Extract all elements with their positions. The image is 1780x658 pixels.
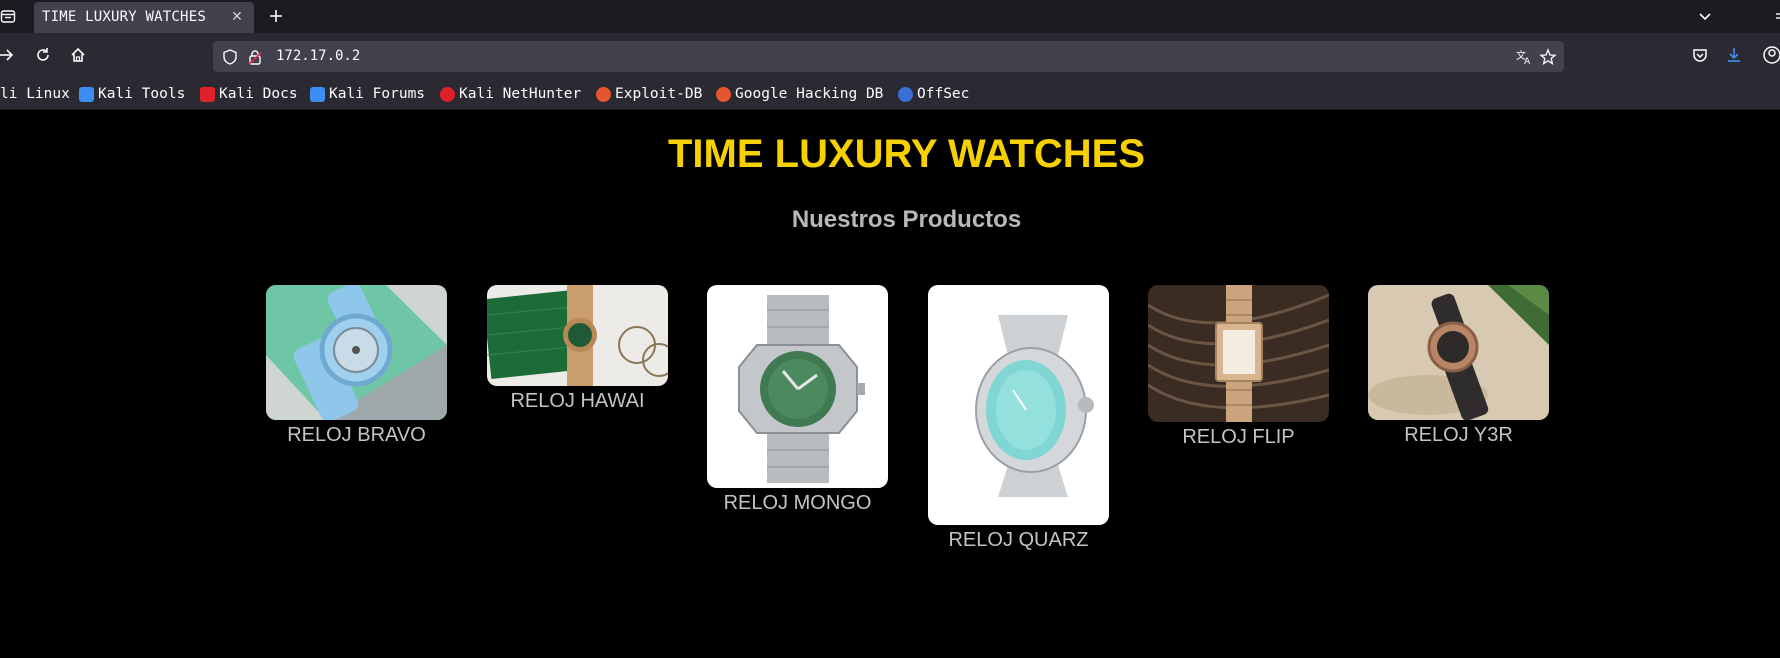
bookmark-label: Kali Forums (329, 86, 426, 102)
product-image[interactable] (1368, 285, 1549, 420)
product-image[interactable] (487, 285, 668, 386)
bookmark-label: Kali Tools (98, 86, 186, 102)
home-icon[interactable] (68, 45, 88, 65)
bookmark-kali-forums[interactable]: Kali Forums (310, 84, 425, 104)
chevron-down-icon[interactable] (1696, 7, 1714, 25)
product-name[interactable]: RELOJ MONGO (707, 492, 888, 515)
product-card[interactable]: RELOJ BRAVO (266, 285, 447, 447)
overflow-icon[interactable] (1768, 6, 1780, 24)
site-title: TIME LUXURY WATCHES (667, 132, 1146, 176)
shield-icon[interactable] (221, 48, 239, 66)
close-icon[interactable]: ✕ (228, 8, 246, 26)
bookmarks-toolbar: li Linux Kali Tools Kali Docs Kali Forum… (0, 77, 1780, 110)
product-image[interactable] (707, 285, 888, 488)
product-card[interactable]: RELOJ Y3R (1368, 285, 1549, 447)
tab-list-icon[interactable] (0, 8, 16, 24)
bookmark-google-hacking-db[interactable]: Google Hacking DB (716, 84, 883, 104)
product-name[interactable]: RELOJ HAWAI (487, 390, 668, 413)
product-image[interactable] (1148, 285, 1329, 422)
bookmark-offsec[interactable]: OffSec (898, 84, 969, 104)
forward-icon[interactable] (0, 45, 20, 65)
tab-bar: TIME LUXURY WATCHES ✕ (0, 0, 1780, 33)
kali-tools-icon (79, 86, 94, 102)
bookmark-label: Google Hacking DB (735, 86, 884, 102)
product-name[interactable]: RELOJ QUARZ (928, 529, 1109, 552)
browser-tab[interactable]: TIME LUXURY WATCHES ✕ (34, 2, 254, 33)
product-card[interactable]: RELOJ HAWAI (487, 285, 668, 413)
product-image[interactable] (928, 285, 1109, 525)
ghdb-icon (716, 86, 731, 102)
bookmark-kali-tools[interactable]: Kali Tools (79, 84, 185, 104)
insecure-lock-icon[interactable] (246, 48, 264, 66)
bookmark-kali-linux[interactable]: li Linux (0, 84, 70, 104)
section-title: Nuestros Productos (791, 206, 1022, 233)
reload-icon[interactable] (33, 45, 53, 65)
product-name[interactable]: RELOJ FLIP (1148, 426, 1329, 449)
bookmark-kali-docs[interactable]: Kali Docs (200, 84, 298, 104)
product-card[interactable]: RELOJ FLIP (1148, 285, 1329, 449)
tab-title: TIME LUXURY WATCHES (42, 9, 206, 25)
kali-forums-icon (310, 86, 325, 102)
download-icon[interactable] (1724, 45, 1744, 65)
nethunter-icon (440, 86, 455, 102)
bookmark-label: OffSec (917, 86, 970, 102)
product-name[interactable]: RELOJ BRAVO (266, 424, 447, 447)
product-name[interactable]: RELOJ Y3R (1368, 424, 1549, 447)
bookmark-label: Exploit-DB (615, 86, 703, 102)
svg-text:A: A (1524, 57, 1531, 66)
product-image[interactable] (266, 285, 447, 420)
new-tab-icon[interactable] (266, 6, 286, 26)
offsec-icon (898, 86, 913, 102)
account-icon[interactable] (1762, 45, 1780, 65)
bookmark-label: li Linux (0, 86, 70, 102)
exploitdb-icon (596, 86, 611, 102)
product-card[interactable]: RELOJ MONGO (707, 285, 888, 515)
bookmark-label: Kali Docs (219, 86, 298, 102)
translate-icon[interactable]: 文A (1515, 48, 1533, 67)
bookmark-kali-nethunter[interactable]: Kali NetHunter (440, 84, 581, 104)
pocket-icon[interactable] (1690, 45, 1710, 65)
product-card[interactable]: RELOJ QUARZ (928, 285, 1109, 552)
navigation-bar: 172.17.0.2 文A (0, 33, 1780, 77)
bookmark-label: Kali NetHunter (459, 86, 582, 102)
bookmark-exploit-db[interactable]: Exploit-DB (596, 84, 702, 104)
address-bar[interactable]: 172.17.0.2 文A (213, 41, 1564, 72)
url-text: 172.17.0.2 (276, 48, 361, 64)
page-content: TIME LUXURY WATCHES Nuestros Productos R… (0, 110, 1780, 658)
kali-docs-icon (200, 86, 215, 102)
star-icon[interactable] (1539, 48, 1557, 66)
